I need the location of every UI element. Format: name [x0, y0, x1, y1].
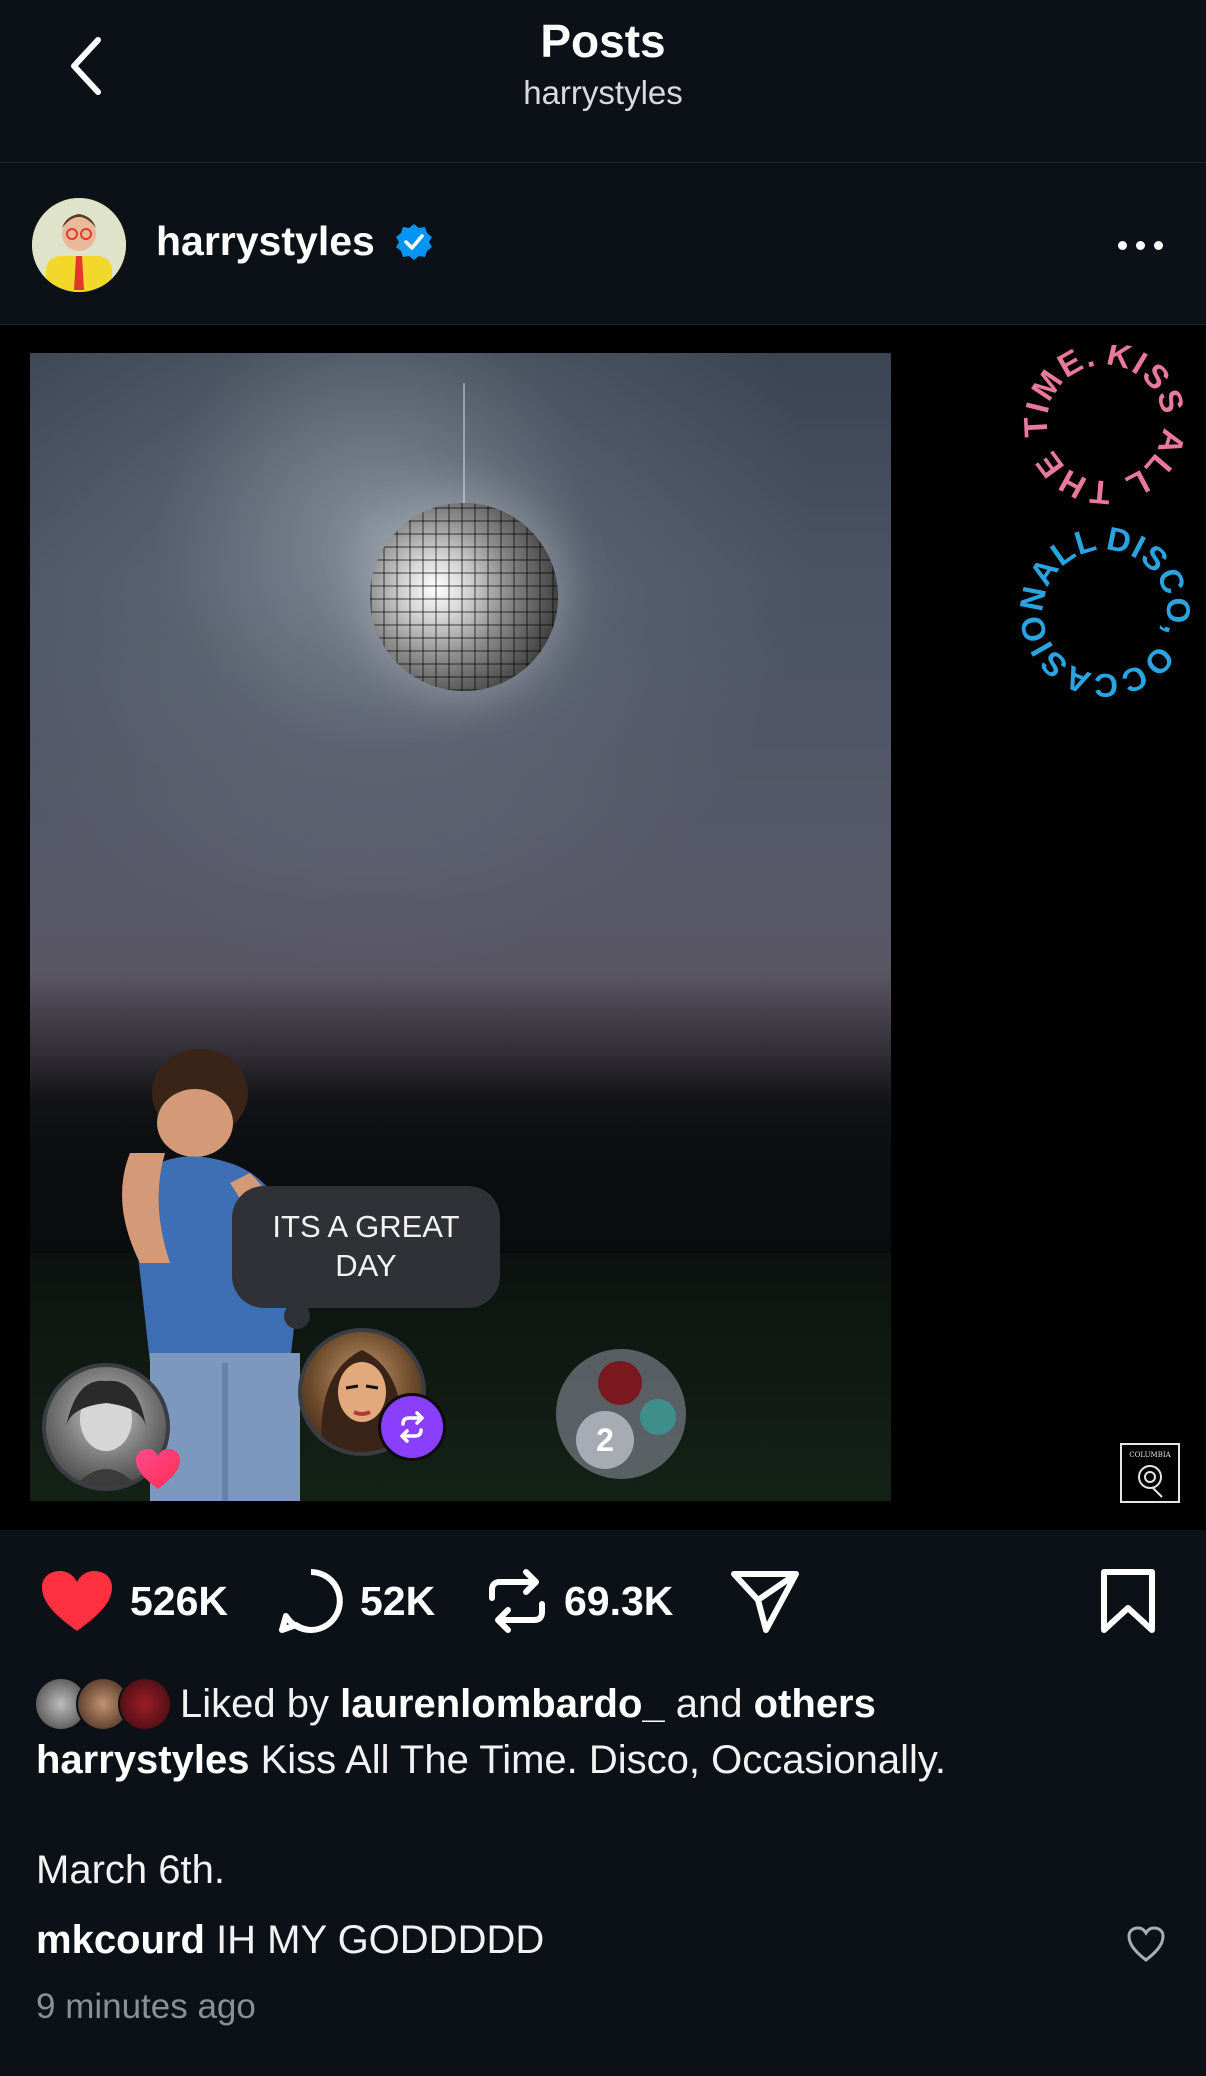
page-title: Posts [540, 15, 666, 67]
comment-button[interactable]: 52K [278, 1568, 435, 1634]
bookmark-icon [1101, 1569, 1155, 1633]
post-timestamp: 9 minutes ago [36, 1987, 256, 2026]
post-media[interactable]: ITS A GREAT DAY 2 KISS ALL THE TIME. DIS… [0, 325, 1206, 1530]
comment-preview[interactable]: mkcourd IH MY GODDDDD [36, 1918, 544, 1963]
post-photo: ITS A GREAT DAY 2 [30, 353, 891, 1501]
more-horizontal-icon [1117, 240, 1127, 250]
top-bar: Posts harrystyles [0, 0, 1206, 163]
avatar-image [32, 198, 126, 292]
liked-by-user[interactable]: laurenlombardo_ [340, 1682, 665, 1726]
caption-username[interactable]: harrystyles [36, 1738, 249, 1782]
caption-text: Kiss All The Time. Disco, Occasionally. [260, 1738, 947, 1782]
liked-by-avatars [34, 1677, 172, 1731]
caption-date-line: March 6th. [36, 1848, 225, 1892]
disco-ball-image [370, 503, 558, 691]
action-bar: 526K 52K 69.3K [0, 1530, 1206, 1670]
comment-count: 52K [360, 1577, 436, 1624]
group-avatar [598, 1361, 642, 1405]
repost-count: 69.3K [564, 1577, 674, 1624]
repost-button[interactable]: 69.3K [486, 1568, 673, 1634]
liked-by-others[interactable]: others [754, 1682, 876, 1726]
send-icon [731, 1571, 799, 1633]
post-caption: harrystyles Kiss All The Time. Disco, Oc… [36, 1738, 946, 1783]
more-options-button[interactable] [1112, 230, 1168, 260]
circular-text-graphic: KISS ALL THE TIME. DISCO, OCCASIONALLY. [1010, 345, 1196, 704]
author-avatar[interactable] [32, 198, 126, 292]
svg-text:KISS ALL THE TIME.: KISS ALL THE TIME. [1017, 345, 1193, 512]
columbia-logo: COLUMBIA [1120, 1443, 1180, 1503]
liked-by-and: and [675, 1681, 743, 1726]
comment-icon [279, 1569, 343, 1633]
like-button[interactable]: 526K [40, 1568, 228, 1634]
heart-badge-icon [136, 1449, 180, 1489]
liked-by-row[interactable]: Liked by laurenlombardo_ and others [34, 1676, 876, 1732]
repost-icon [489, 1569, 545, 1633]
group-avatar [640, 1399, 676, 1435]
verified-badge-icon [396, 224, 432, 260]
avatar [118, 1677, 172, 1731]
author-username[interactable]: harrystyles [156, 218, 375, 265]
save-button[interactable] [1098, 1568, 1158, 1634]
post-header: harrystyles [0, 162, 1206, 325]
heart-icon [42, 1571, 112, 1631]
svg-text:COLUMBIA: COLUMBIA [1129, 1451, 1171, 1459]
like-count: 526K [130, 1577, 229, 1624]
repost-badge-icon [378, 1393, 446, 1461]
comment-username[interactable]: mkcourd [36, 1918, 205, 1962]
group-count-badge: 2 [576, 1411, 634, 1469]
note-bubble[interactable]: ITS A GREAT DAY [232, 1186, 500, 1308]
comment-text: IH MY GODDDDD [216, 1918, 545, 1962]
comment-like-heart-icon[interactable] [1126, 1924, 1166, 1964]
note-text: ITS A GREAT DAY [272, 1209, 460, 1283]
page-subtitle: harrystyles [523, 74, 683, 111]
liked-by-prefix: Liked by [180, 1681, 329, 1726]
share-button[interactable] [730, 1568, 800, 1634]
